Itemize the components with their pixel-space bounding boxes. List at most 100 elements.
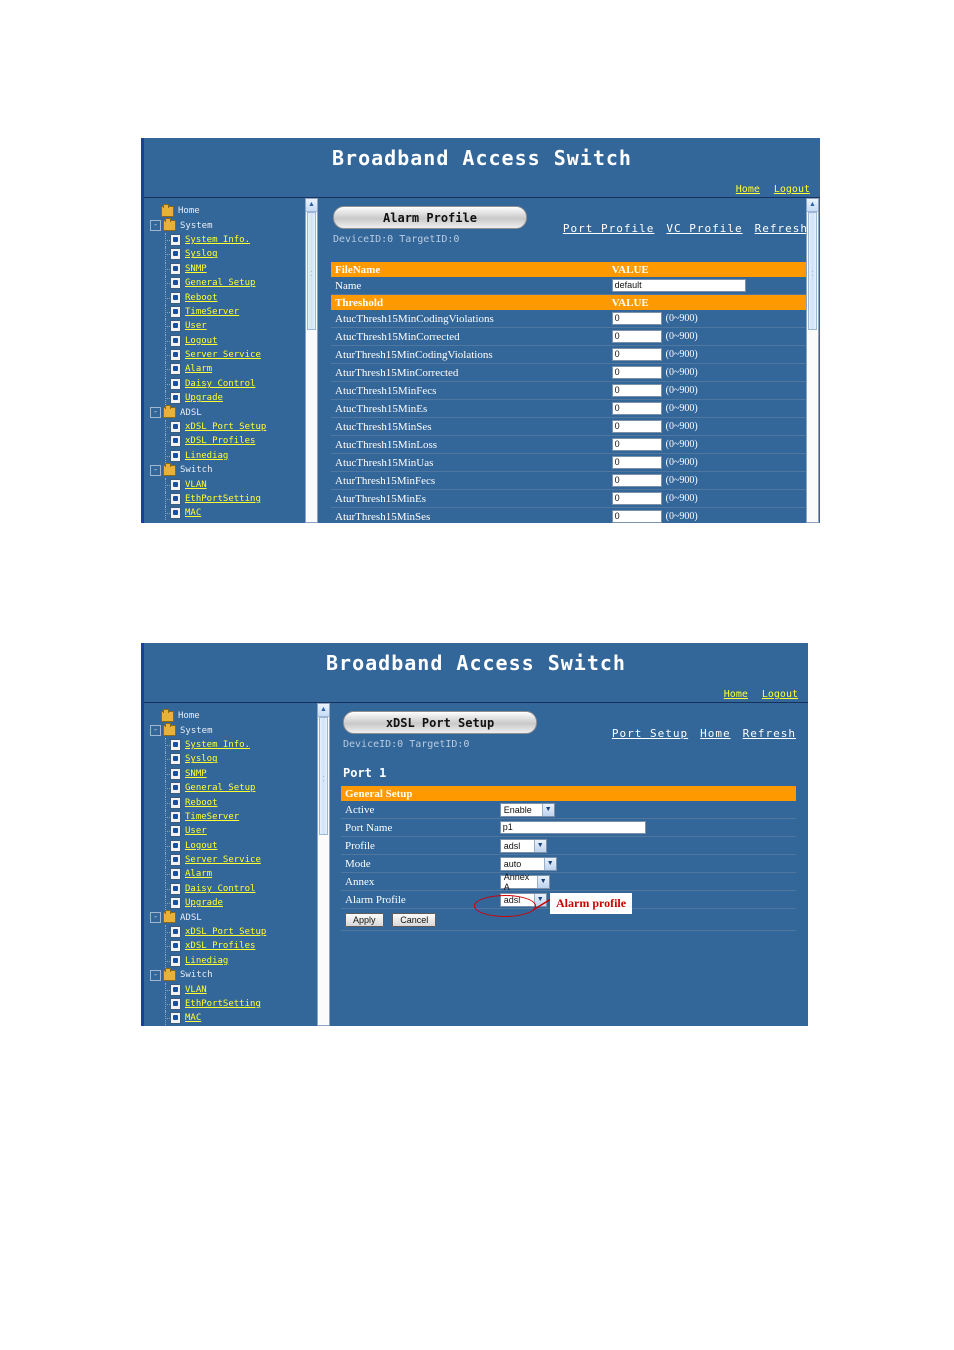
sidebar-item-snmp[interactable]: SNMP (150, 766, 321, 781)
sidebar-item-label[interactable]: System Info. (185, 740, 250, 750)
sidebar-item-label[interactable]: Linediag (185, 451, 228, 461)
sidebar-item-timeserver[interactable]: TimeServer (150, 304, 321, 319)
profile-name-input[interactable]: default (611, 279, 746, 292)
sidebar-item-xdsl-port-setup[interactable]: xDSL Port Setup (150, 925, 321, 940)
sidebar-item-linediag[interactable]: Linediag (150, 448, 321, 463)
sidebar-item-upgrade[interactable]: Upgrade (150, 896, 321, 911)
link-home[interactable]: Home (700, 727, 731, 740)
sidebar-item-general-setup[interactable]: General Setup (150, 276, 321, 291)
sidebar-item-server-service[interactable]: Server Service (150, 853, 321, 868)
tree-collapse-icon[interactable]: - (150, 912, 161, 924)
sidebar-item-syslog[interactable]: Syslog (150, 247, 321, 262)
mode-select[interactable]: auto ▼ (499, 856, 557, 871)
sidebar-item-user[interactable]: User (150, 824, 321, 839)
sidebar-item-label[interactable]: TimeServer (185, 307, 239, 317)
sidebar-item-label[interactable]: EthPortSetting (185, 494, 261, 504)
sidebar-item-label[interactable]: User (185, 321, 207, 331)
sidebar-scrollbar[interactable]: ▲ (305, 198, 318, 523)
banner-link-home-2[interactable]: Home (724, 689, 748, 700)
sidebar-item-label[interactable]: Upgrade (185, 898, 223, 908)
sidebar-item-label[interactable]: Linediag (185, 956, 228, 966)
sidebar-item-xdsl-profiles[interactable]: xDSL Profiles (150, 434, 321, 449)
sidebar-item-mac[interactable]: MAC (150, 1011, 321, 1026)
chevron-down-icon[interactable]: ▼ (536, 875, 549, 888)
chevron-down-icon[interactable]: ▼ (541, 803, 554, 816)
link-port-profile[interactable]: Port Profile (563, 222, 654, 235)
sidebar-item-ethportsetting[interactable]: EthPortSetting (150, 492, 321, 506)
sidebar-item-label[interactable]: VLAN (185, 480, 207, 490)
sidebar-item-logout[interactable]: Logout (150, 838, 321, 853)
content-scroll-up-arrow-icon[interactable]: ▲ (807, 199, 818, 212)
link-refresh-2[interactable]: Refresh (743, 727, 796, 740)
sidebar-item-label[interactable]: Reboot (185, 798, 218, 808)
sidebar-item-label[interactable]: Server Service (185, 855, 261, 865)
sidebar-item-general-setup[interactable]: General Setup (150, 781, 321, 796)
sidebar-item-label[interactable]: SNMP (185, 769, 207, 779)
sidebar-item-label[interactable]: xDSL Profiles (185, 436, 255, 446)
content-scrollbar[interactable]: ▲ (806, 198, 819, 523)
sidebar-item-upgrade[interactable]: Upgrade (150, 391, 321, 406)
sidebar-item-ethportsetting[interactable]: EthPortSetting (150, 997, 321, 1011)
sidebar-item-server-service[interactable]: Server Service (150, 348, 321, 363)
sidebar-item-label[interactable]: Upgrade (185, 393, 223, 403)
sidebar-item-reboot[interactable]: Reboot (150, 290, 321, 305)
sidebar-item-label[interactable]: xDSL Port Setup (185, 927, 266, 937)
sidebar-item-system-info[interactable]: System Info. (150, 737, 321, 752)
sidebar-item-label[interactable]: MAC (185, 508, 201, 518)
cancel-button[interactable]: Cancel (392, 912, 437, 927)
sidebar-item-label[interactable]: Reboot (185, 293, 218, 303)
threshold-input[interactable]: 0 (611, 384, 662, 397)
sidebar-item-mac[interactable]: MAC (150, 506, 321, 521)
sidebar-item-label[interactable]: TimeServer (185, 812, 239, 822)
threshold-input[interactable]: 0 (611, 402, 662, 415)
sidebar-item-daisy-control[interactable]: Daisy Control (150, 881, 321, 896)
sidebar-item-label[interactable]: xDSL Port Setup (185, 422, 266, 432)
banner-link-logout[interactable]: Logout (774, 184, 810, 195)
link-vc-profile[interactable]: VC Profile (666, 222, 742, 235)
sidebar-item-logout[interactable]: Logout (150, 333, 321, 348)
sidebar-item-label[interactable]: Daisy Control (185, 379, 255, 389)
sidebar-scroll-thumb-2[interactable] (319, 717, 328, 835)
sidebar-item-label[interactable]: User (185, 826, 207, 836)
sidebar-item-xdsl-profiles[interactable]: xDSL Profiles (150, 939, 321, 954)
sidebar-item-alarm[interactable]: Alarm (150, 867, 321, 882)
annex-select[interactable]: Annex A ▼ (499, 872, 550, 892)
threshold-input[interactable]: 0 (611, 330, 662, 343)
sidebar-item-system-info[interactable]: System Info. (150, 232, 321, 247)
banner-link-logout-2[interactable]: Logout (762, 689, 798, 700)
sidebar-item-label[interactable]: Logout (185, 841, 218, 851)
tree-collapse-icon[interactable]: - (150, 464, 161, 476)
sidebar-item-reboot[interactable]: Reboot (150, 795, 321, 810)
chevron-down-icon[interactable]: ▼ (543, 857, 556, 870)
apply-button[interactable]: Apply (345, 912, 384, 927)
threshold-input[interactable]: 0 (611, 348, 662, 361)
sidebar-item-label[interactable]: Alarm (185, 364, 212, 374)
sidebar-item-label[interactable]: Syslog (185, 249, 218, 259)
tree-collapse-icon[interactable]: - (150, 407, 161, 419)
sidebar-item-linediag[interactable]: Linediag (150, 953, 321, 968)
threshold-input[interactable]: 0 (611, 438, 662, 451)
sidebar-item-vlan[interactable]: VLAN (150, 477, 321, 492)
threshold-input[interactable]: 0 (611, 474, 662, 487)
sidebar-item-label[interactable]: System Info. (185, 235, 250, 245)
threshold-input[interactable]: 0 (611, 366, 662, 379)
active-select[interactable]: Enable ▼ (499, 802, 555, 817)
port-name-input[interactable]: p1 (499, 821, 646, 834)
sidebar-item-snmp[interactable]: SNMP (150, 261, 321, 276)
sidebar-item-label[interactable]: Alarm (185, 869, 212, 879)
sidebar-item-label[interactable]: Server Service (185, 350, 261, 360)
sidebar-item-label[interactable]: SNMP (185, 264, 207, 274)
scroll-up-arrow-icon[interactable]: ▲ (306, 199, 317, 212)
link-port-setup[interactable]: Port Setup (612, 727, 688, 740)
sidebar-item-alarm[interactable]: Alarm (150, 362, 321, 377)
sidebar-item-label[interactable]: General Setup (185, 783, 255, 793)
tree-collapse-icon[interactable]: - (150, 220, 161, 232)
sidebar-item-label[interactable]: VLAN (185, 985, 207, 995)
threshold-input[interactable]: 0 (611, 312, 662, 325)
sidebar-scroll-thumb[interactable] (307, 212, 316, 330)
profile-select[interactable]: adsl ▼ (499, 838, 547, 853)
content-scroll-thumb[interactable] (808, 212, 817, 330)
sidebar-item-label[interactable]: Daisy Control (185, 884, 255, 894)
threshold-input[interactable]: 0 (611, 420, 662, 433)
sidebar-scrollbar-2[interactable]: ▲ (317, 703, 330, 1026)
